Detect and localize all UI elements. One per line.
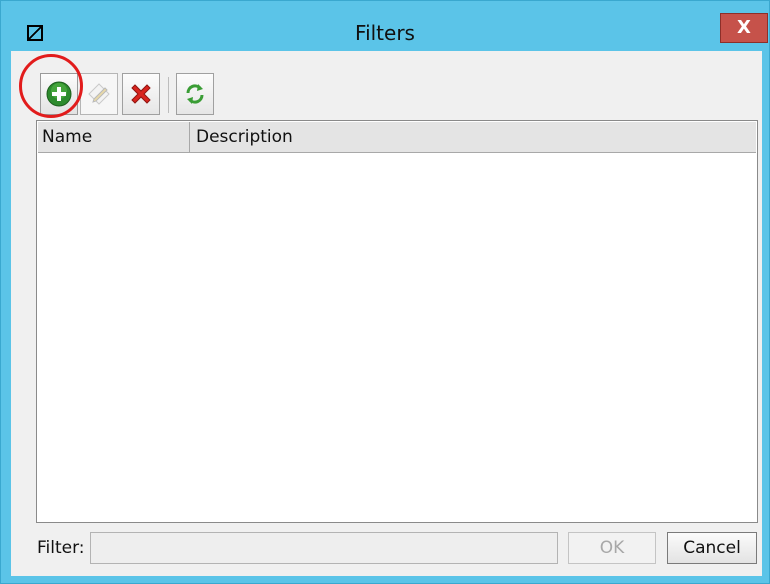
window-title: Filters — [355, 21, 415, 45]
add-button-highlight-circle — [19, 54, 83, 118]
title-bar[interactable]: Filters X — [1, 1, 769, 51]
column-header-name[interactable]: Name — [38, 122, 190, 152]
table-header: Name Description — [38, 122, 756, 153]
edit-filter-button[interactable] — [80, 73, 118, 115]
ok-button[interactable]: OK — [568, 532, 656, 564]
filter-input[interactable] — [90, 532, 558, 564]
red-x-icon — [131, 84, 151, 104]
filters-table[interactable]: Name Description — [36, 120, 758, 523]
close-button[interactable]: X — [720, 13, 768, 43]
filter-label: Filter: — [37, 538, 85, 558]
toolbar-separator — [168, 77, 169, 113]
delete-filter-button[interactable] — [122, 73, 160, 115]
pencil-edit-icon — [88, 83, 110, 105]
cancel-button[interactable]: Cancel — [667, 532, 757, 564]
column-header-description[interactable]: Description — [192, 122, 756, 152]
refresh-button[interactable] — [176, 73, 214, 115]
refresh-arrows-icon — [186, 84, 204, 104]
